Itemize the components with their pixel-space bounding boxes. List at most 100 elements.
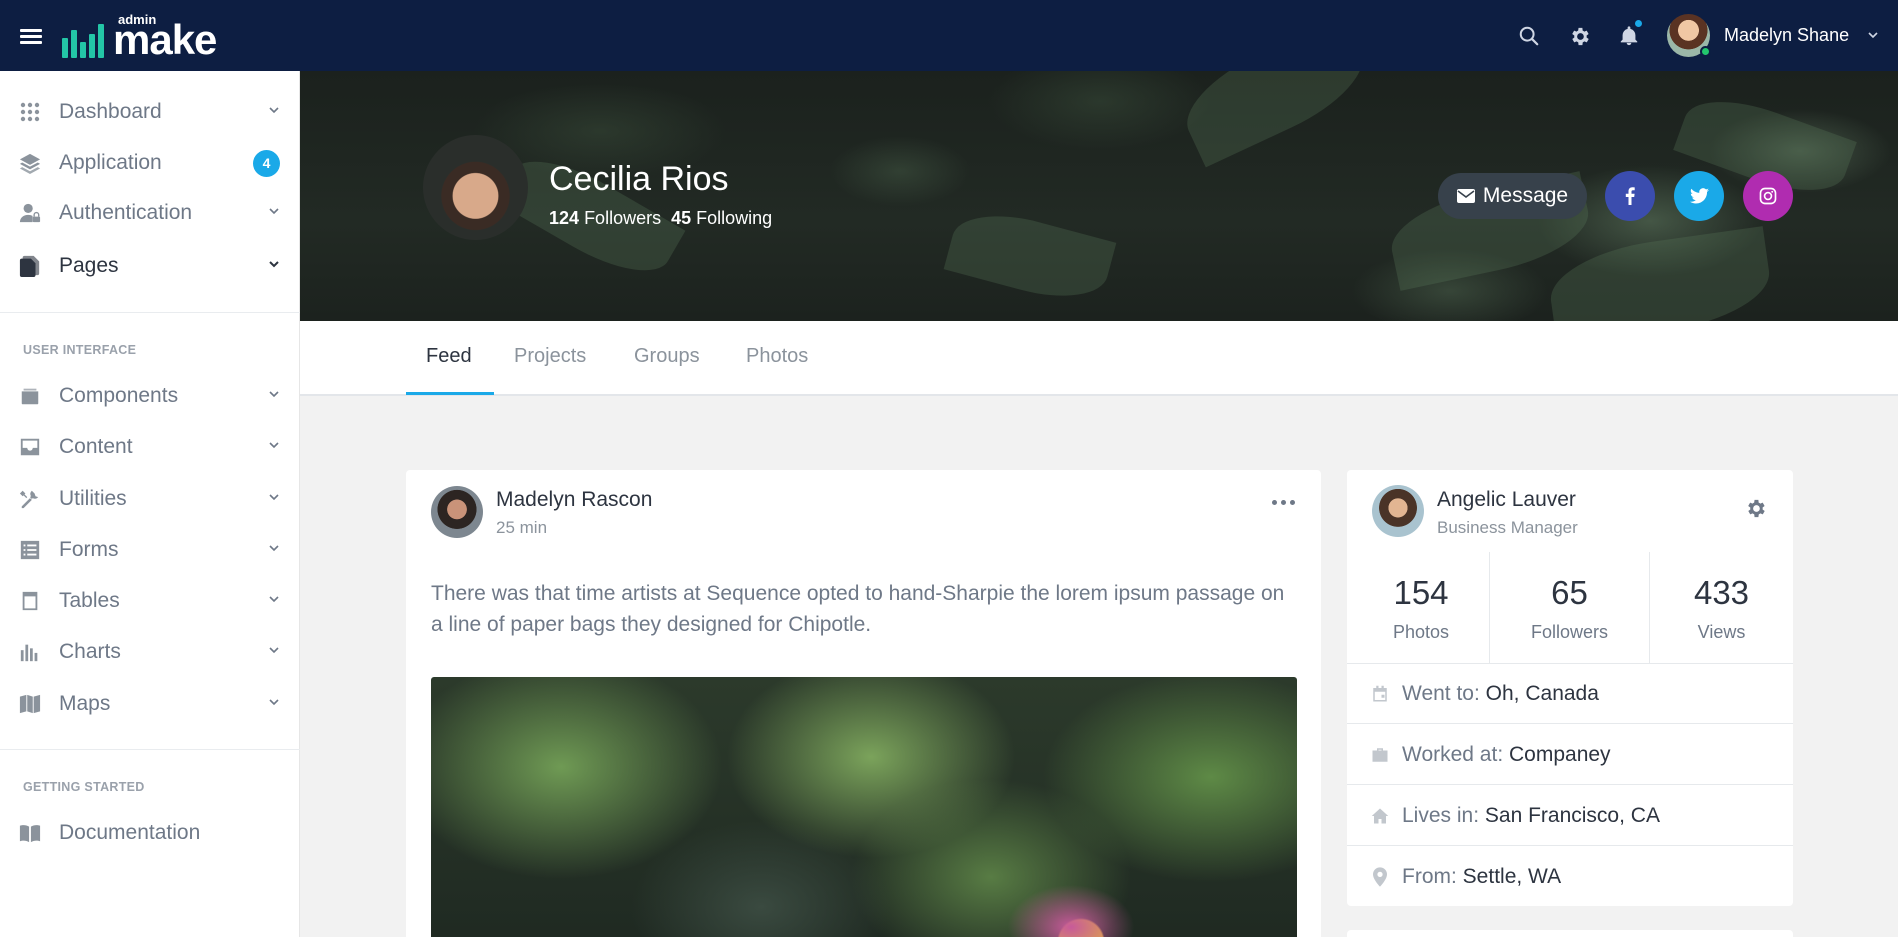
feed-post-card: Madelyn Rascon 25 min There was that tim… (406, 470, 1321, 937)
chevron-down-icon (268, 592, 280, 610)
user-name[interactable]: Madelyn Shane (1724, 25, 1849, 46)
detail-label: Worked at: (1402, 742, 1504, 766)
profile-stats: 124 Followers 45 Following (549, 208, 772, 229)
chevron-down-icon (268, 204, 280, 222)
tools-icon (18, 487, 42, 511)
logo-word: make (113, 16, 217, 63)
sidebar-divider (0, 749, 300, 750)
sidebar-item-forms[interactable]: Forms (0, 528, 300, 572)
next-card-edge (1347, 930, 1793, 937)
sidebar-item-dashboard[interactable]: Dashboard (0, 90, 300, 134)
sidebar-item-documentation[interactable]: Documentation (0, 811, 300, 855)
post-author[interactable]: Madelyn Rascon (496, 488, 652, 512)
layers-icon (18, 151, 42, 175)
sidebar-item-label: Application (59, 151, 162, 174)
tab-photos[interactable]: Photos (746, 345, 808, 368)
online-status-dot (1700, 46, 1711, 57)
profile-cover (300, 71, 1898, 321)
following-count: 45 (671, 208, 692, 228)
search-icon[interactable] (1517, 24, 1541, 48)
more-options-icon[interactable] (1272, 500, 1300, 508)
sidebar-item-tables[interactable]: Tables (0, 579, 300, 623)
sidebar-item-components[interactable]: Components (0, 374, 300, 418)
sidebar-item-maps[interactable]: Maps (0, 682, 300, 726)
sidebar-item-label: Content (59, 435, 133, 458)
calendar-icon (1371, 685, 1389, 703)
detail-worked-at: Worked at: Companey (1347, 725, 1793, 785)
twitter-icon[interactable] (1674, 171, 1724, 221)
top-navbar: admin make Madelyn Shane (0, 0, 1898, 71)
facebook-icon[interactable] (1605, 171, 1655, 221)
stat-value: 154 (1393, 574, 1449, 611)
sidebar-item-label: Dashboard (59, 100, 162, 123)
menu-toggle-icon[interactable] (20, 29, 42, 45)
sidebar-item-label: Pages (59, 254, 119, 277)
user-info-card: Angelic Lauver Business Manager 154 Phot… (1347, 470, 1793, 906)
bar-chart-icon (18, 640, 42, 664)
post-image[interactable] (431, 677, 1297, 937)
stat-value: 65 (1551, 574, 1588, 611)
sidebar-item-label: Utilities (59, 487, 127, 510)
avatar[interactable] (431, 486, 483, 538)
chevron-down-icon (268, 257, 280, 275)
sidebar-item-label: Authentication (59, 201, 193, 224)
tab-groups[interactable]: Groups (634, 345, 700, 368)
following-label: Following (696, 208, 773, 228)
followers-count: 124 (549, 208, 580, 228)
chevron-down-icon (268, 490, 280, 508)
post-timestamp: 25 min (496, 518, 548, 537)
sidebar-item-label: Tables (59, 589, 120, 612)
chevron-down-icon (268, 387, 280, 405)
message-button-label: Message (1482, 184, 1569, 207)
tab-feed[interactable]: Feed (426, 345, 472, 368)
user-lock-icon (18, 201, 42, 225)
stat-label: Views (1697, 622, 1746, 642)
inbox-icon (18, 435, 42, 459)
sidebar-item-pages[interactable]: Pages (0, 244, 300, 288)
detail-went-to: Went to: Oh, Canada (1347, 664, 1793, 724)
message-button[interactable]: Message (1438, 173, 1587, 219)
stat-followers: 65 Followers (1489, 552, 1649, 664)
sidebar-divider (0, 312, 300, 313)
detail-value: Oh, Canada (1485, 681, 1599, 705)
info-user-name[interactable]: Angelic Lauver (1437, 488, 1576, 512)
info-user-role: Business Manager (1437, 518, 1578, 537)
brand-logo[interactable]: admin make (62, 12, 242, 63)
gear-icon[interactable] (1744, 497, 1767, 525)
sidebar-item-label: Maps (59, 692, 111, 715)
detail-from: From: Settle, WA (1347, 847, 1793, 907)
sidebar-item-authentication[interactable]: Authentication (0, 191, 300, 235)
mail-icon (1456, 189, 1475, 203)
sidebar-item-application[interactable]: Application 4 (0, 141, 300, 185)
sidebar-item-charts[interactable]: Charts (0, 630, 300, 674)
detail-value: Companey (1509, 742, 1611, 766)
sidebar-item-label: Forms (59, 538, 119, 561)
stat-label: Photos (1392, 622, 1450, 642)
detail-value: San Francisco, CA (1484, 803, 1660, 827)
sidebar-item-label: Documentation (59, 821, 201, 844)
detail-value: Settle, WA (1462, 865, 1562, 888)
detail-label: Lives in: (1402, 803, 1480, 827)
stat-photos: 154 Photos (1347, 552, 1495, 664)
count-badge: 4 (253, 149, 280, 177)
wallet-icon (18, 384, 42, 408)
instagram-icon[interactable] (1743, 171, 1793, 221)
bell-icon[interactable] (1617, 18, 1644, 48)
detail-label: From: (1402, 865, 1457, 888)
chevron-down-icon[interactable] (1867, 28, 1879, 46)
logo-bars-icon (62, 24, 106, 58)
section-title-user-interface: USER INTERFACE (23, 343, 137, 357)
profile-avatar[interactable] (423, 135, 528, 240)
map-pin-icon (1371, 867, 1389, 887)
avatar[interactable] (1372, 485, 1424, 537)
sidebar-item-utilities[interactable]: Utilities (0, 477, 300, 521)
map-icon (18, 692, 42, 716)
gear-icon[interactable] (1567, 24, 1591, 48)
stat-label: Followers (1530, 622, 1609, 642)
tab-projects[interactable]: Projects (514, 345, 586, 368)
sidebar-item-content[interactable]: Content (0, 425, 300, 469)
sidebar: Dashboard Application 4 Authentication P… (0, 71, 300, 937)
sidebar-item-label: Charts (59, 640, 121, 663)
profile-tabs: Feed Projects Groups Photos (300, 321, 1898, 396)
active-tab-indicator (406, 392, 494, 395)
